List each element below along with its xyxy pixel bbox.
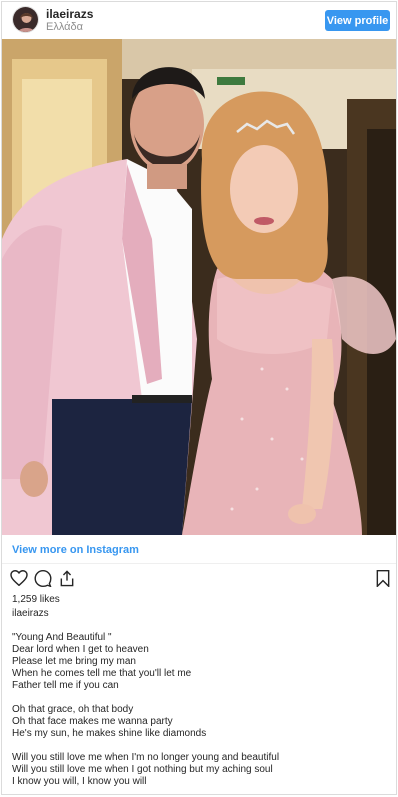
header-location[interactable]: Ελλάδα [46,21,93,34]
user-info: ilaeirazs Ελλάδα [46,8,93,34]
comment-icon[interactable] [34,569,52,592]
post-photo[interactable] [2,39,396,535]
caption-line: Father tell me if you can [12,680,119,691]
bookmark-icon[interactable] [376,570,390,592]
divider [2,563,396,564]
caption-line: When he comes tell me that you'll let me [12,668,192,679]
caption-line: "Young And Beautiful " [12,632,112,643]
caption-username[interactable]: ilaeirazs [12,608,49,619]
caption-line: Dear lord when I get to heaven [12,644,149,655]
caption-gap [12,740,388,752]
header-username[interactable]: ilaeirazs [46,8,93,21]
share-icon[interactable] [58,570,76,592]
caption-line: Will you still love me when I'm no longe… [12,752,280,763]
caption-line: Oh that face makes me wanna party [12,716,173,727]
likes-count[interactable]: 1,259 likes [12,594,60,605]
couple-photo [2,39,396,535]
heart-icon[interactable] [10,569,28,591]
view-profile-button[interactable]: View profile [325,10,390,31]
post-header: ilaeirazs Ελλάδα View profile [2,2,396,39]
view-more-link[interactable]: View more on Instagram [12,544,139,556]
caption-line: Please let me bring my man [12,656,136,667]
instagram-embed-card: ilaeirazs Ελλάδα View profile View more … [1,1,397,795]
caption-text: "Young And Beautiful " Dear lord when I … [12,632,388,788]
caption-line: He's my sun, he makes shine like diamond… [12,728,207,739]
action-bar [10,569,390,591]
caption-line: I know you will, I know you will [12,776,147,787]
avatar[interactable] [12,6,39,33]
caption-gap [12,692,388,704]
caption-line: Will you still love me when I got nothin… [12,764,273,775]
caption-line: Oh that grace, oh that body [12,704,134,715]
